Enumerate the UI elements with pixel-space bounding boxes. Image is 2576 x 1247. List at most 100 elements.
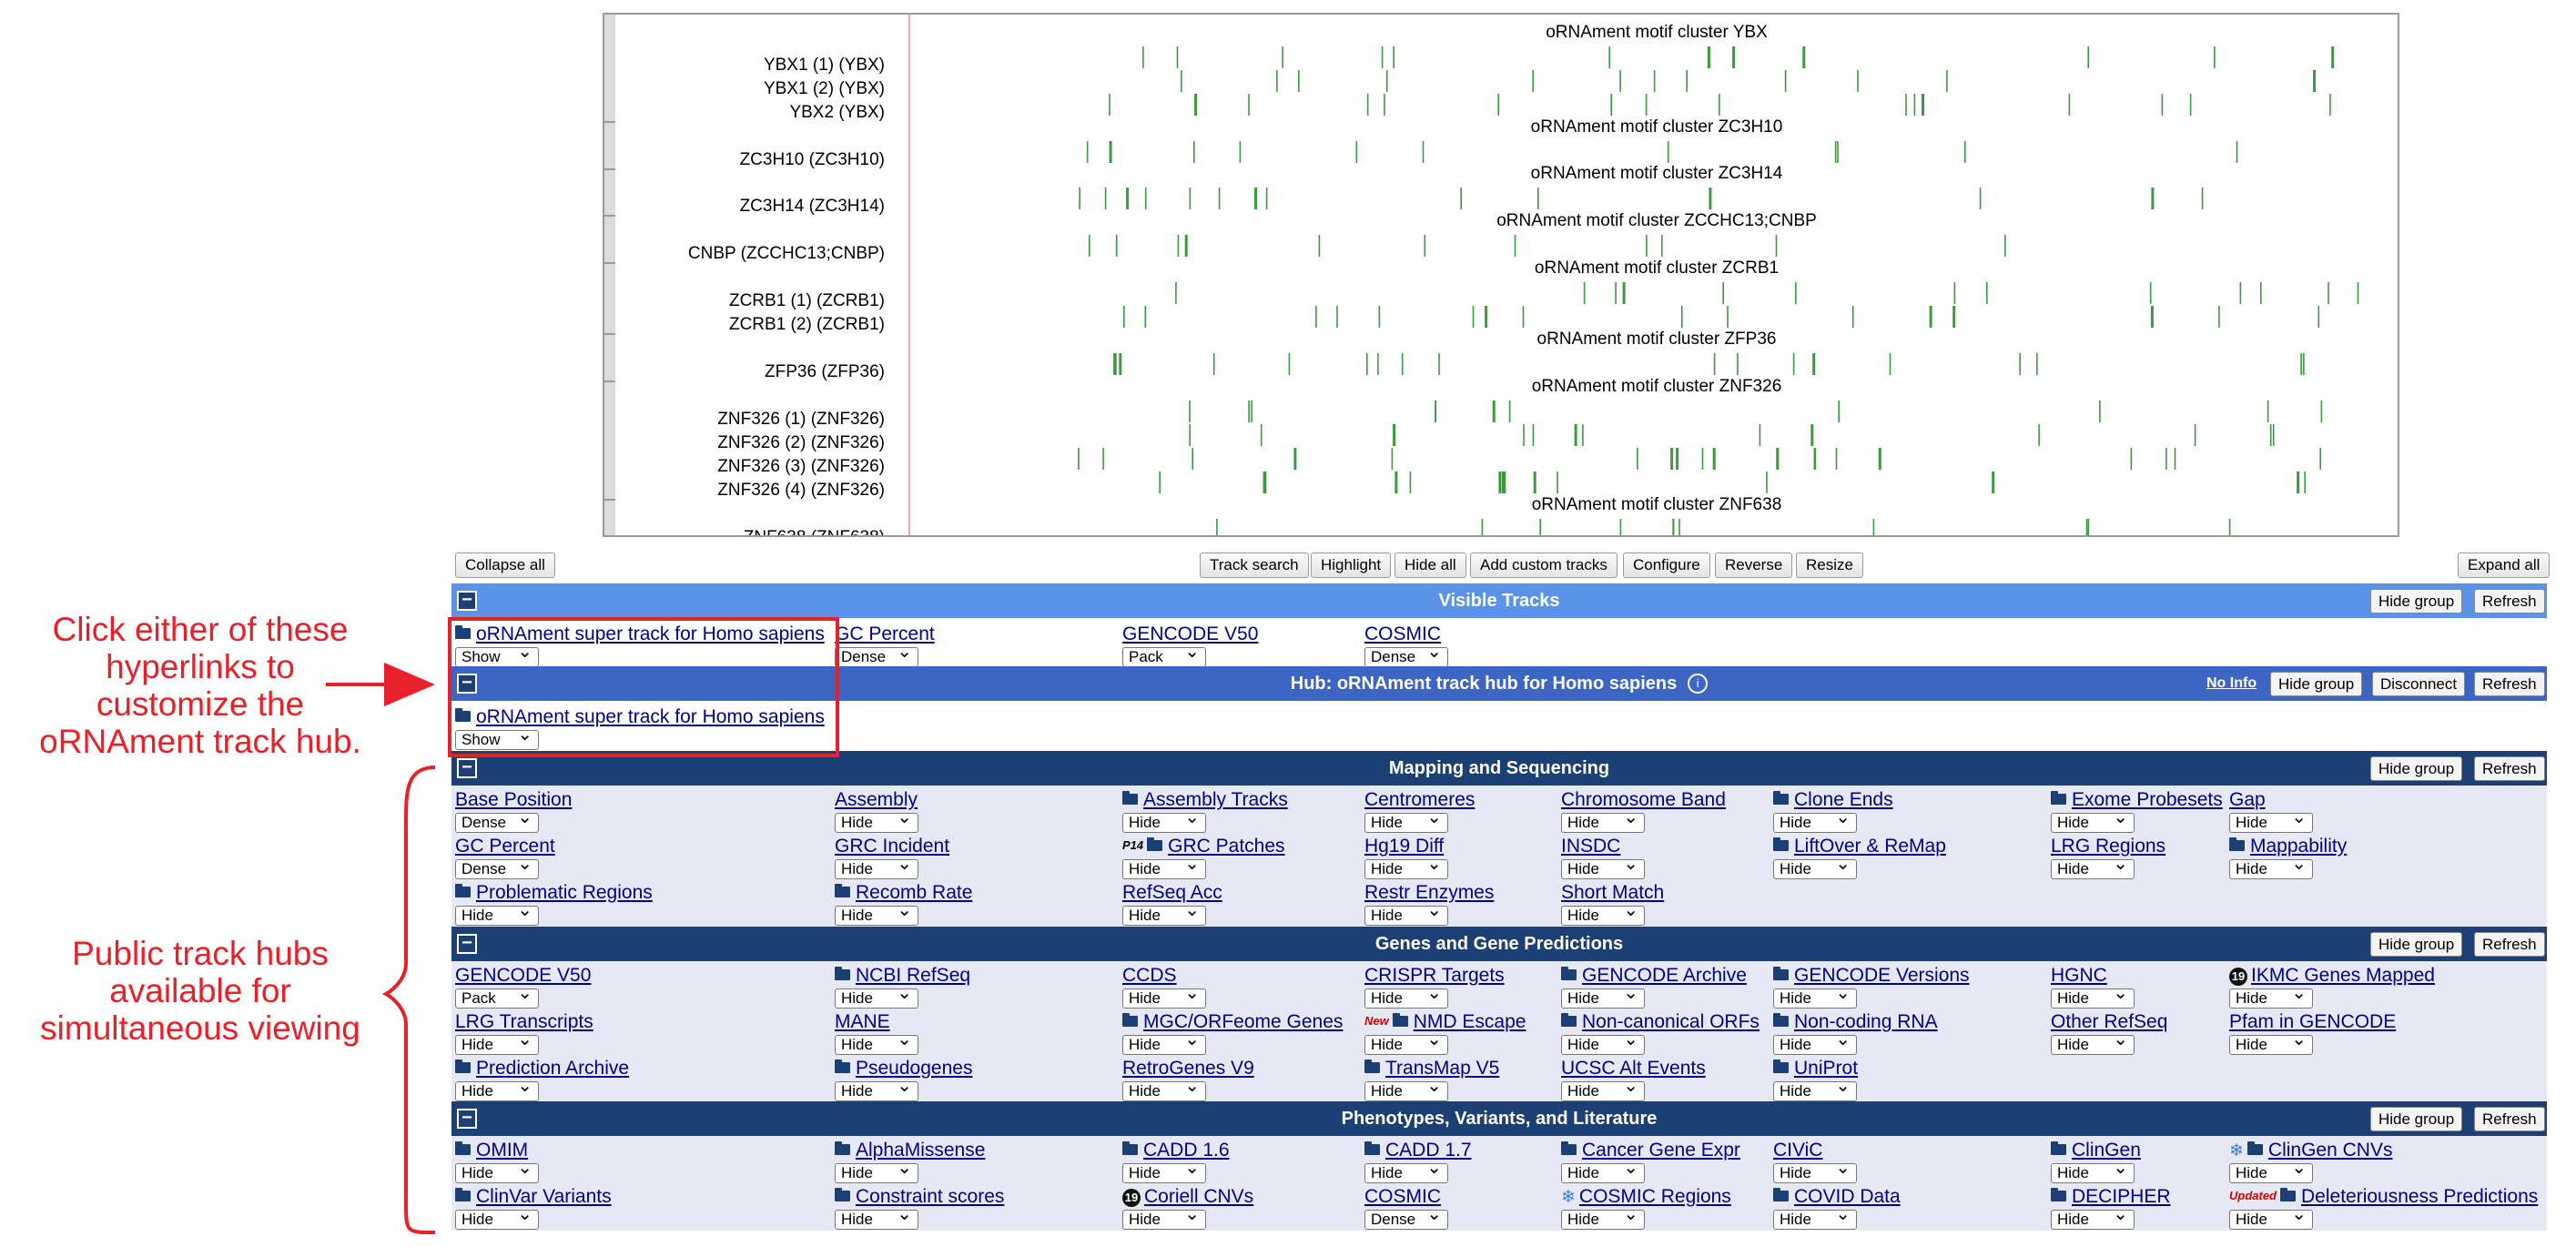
visibility-select[interactable]: Hide [1364, 1159, 1448, 1183]
visibility-select[interactable]: Hide [1122, 984, 1206, 1009]
track-link[interactable]: GENCODE Versions [1794, 965, 1970, 986]
visibility-select[interactable]: Hide [2051, 1205, 2135, 1230]
visibility-select[interactable]: Hide [1364, 1030, 1448, 1055]
track-link[interactable]: Recomb Rate [856, 882, 972, 903]
refresh-button[interactable]: Refresh [2474, 1107, 2545, 1131]
track-link[interactable]: Gap [2229, 789, 2266, 810]
visibility-select[interactable]: Hide [835, 901, 918, 926]
visibility-select[interactable]: Hide [1561, 901, 1645, 926]
visibility-select[interactable]: Hide [2051, 1159, 2135, 1183]
track-label[interactable]: ZNF326 (1) (ZNF326) [717, 410, 885, 430]
visibility-select[interactable]: Dense [1364, 643, 1448, 667]
resize-button[interactable]: Resize [1796, 553, 1863, 578]
visibility-select[interactable]: Hide [2051, 808, 2135, 833]
visibility-select[interactable]: Hide [1364, 984, 1448, 1009]
visibility-select[interactable]: Hide [455, 1077, 539, 1101]
visibility-select[interactable]: Hide [2229, 1205, 2313, 1230]
track-label[interactable]: YBX1 (1) (YBX) [764, 56, 885, 76]
refresh-button[interactable]: Refresh [2474, 756, 2545, 781]
visibility-select[interactable]: Hide [1364, 1077, 1448, 1101]
hide-all-button[interactable]: Hide all [1394, 553, 1466, 578]
visibility-select[interactable]: Hide [2229, 855, 2313, 879]
visibility-select[interactable]: Show [455, 725, 539, 750]
track-label[interactable]: ZNF326 (4) (ZNF326) [717, 481, 885, 501]
track-link[interactable]: ClinVar Variants [476, 1186, 612, 1207]
visibility-select[interactable]: Dense [455, 855, 539, 879]
track-link[interactable]: Non-canonical ORFs [1582, 1011, 1760, 1032]
info-icon[interactable]: i [1688, 674, 1709, 694]
no-info-link[interactable]: No Info [2206, 675, 2257, 692]
track-link[interactable]: MANE [835, 1011, 890, 1032]
visibility-select[interactable]: Hide [1122, 901, 1206, 926]
track-link[interactable]: INSDC [1561, 836, 1620, 857]
hide-group-button[interactable]: Hide group [2370, 932, 2463, 957]
track-link[interactable]: Assembly Tracks [1143, 789, 1288, 810]
visibility-select[interactable]: Hide [455, 1205, 539, 1230]
configure-button[interactable]: Configure [1623, 553, 1710, 578]
track-link[interactable]: Base Position [455, 789, 572, 810]
hide-group-button[interactable]: Hide group [2370, 1107, 2463, 1131]
track-link[interactable]: RefSeq Acc [1122, 882, 1222, 903]
visibility-select[interactable]: Pack [1122, 643, 1206, 667]
visibility-select[interactable]: Hide [1773, 1205, 1857, 1230]
track-label[interactable]: CNBP (ZCCHC13;CNBP) [688, 244, 885, 264]
track-link[interactable]: AlphaMissense [856, 1140, 985, 1161]
track-link[interactable]: Centromeres [1364, 789, 1475, 810]
track-label[interactable]: YBX1 (2) (YBX) [764, 79, 885, 99]
track-link[interactable]: Pfam in GENCODE [2229, 1011, 2396, 1032]
track-search-button[interactable]: Track search [1200, 553, 1309, 578]
track-link[interactable]: LiftOver & ReMap [1794, 836, 1946, 857]
visibility-select[interactable]: Hide [1561, 1159, 1645, 1183]
track-link[interactable]: NCBI RefSeq [856, 965, 970, 986]
track-link[interactable]: Chromosome Band [1561, 789, 1726, 810]
visibility-select[interactable]: Hide [1773, 1077, 1857, 1101]
visibility-select[interactable]: Hide [1773, 855, 1857, 879]
track-link[interactable]: Other RefSeq [2051, 1011, 2167, 1032]
visibility-select[interactable]: Hide [835, 1077, 918, 1101]
track-label[interactable]: ZFP36 (ZFP36) [765, 362, 885, 382]
visibility-select[interactable]: Hide [1561, 984, 1645, 1009]
track-label[interactable]: ZC3H14 (ZC3H14) [740, 197, 885, 217]
visibility-select[interactable]: Hide [2229, 984, 2313, 1009]
visibility-select[interactable]: Dense [1364, 1205, 1448, 1230]
track-label[interactable]: ZNF638 (ZNF638) [744, 528, 885, 535]
visibility-select[interactable]: Hide [1561, 855, 1645, 879]
visibility-select[interactable]: Dense [835, 643, 918, 667]
visibility-select[interactable]: Hide [1364, 808, 1448, 833]
track-label[interactable]: ZNF326 (2) (ZNF326) [717, 433, 885, 453]
visibility-select[interactable]: Hide [835, 1159, 918, 1183]
visibility-select[interactable]: Hide [1773, 984, 1857, 1009]
visibility-select[interactable]: Show [455, 643, 539, 667]
refresh-button[interactable]: Refresh [2474, 589, 2545, 613]
visibility-select[interactable]: Pack [455, 984, 539, 1009]
visibility-select[interactable]: Hide [1364, 901, 1448, 926]
track-link[interactable]: Non-coding RNA [1794, 1011, 1938, 1032]
visibility-select[interactable]: Hide [2051, 855, 2135, 879]
visibility-select[interactable]: Hide [455, 1030, 539, 1055]
visibility-select[interactable]: Hide [1561, 1205, 1645, 1230]
visibility-select[interactable]: Hide [1773, 808, 1857, 833]
track-link[interactable]: Exome Probesets [2072, 789, 2223, 810]
visibility-select[interactable]: Hide [835, 808, 918, 833]
track-link[interactable]: Constraint scores [856, 1186, 1004, 1207]
track-link[interactable]: MGC/ORFeome Genes [1143, 1011, 1343, 1032]
track-link[interactable]: Problematic Regions [476, 882, 653, 903]
visibility-select[interactable]: Hide [835, 1030, 918, 1055]
track-link[interactable]: HGNC [2051, 965, 2107, 986]
hide-group-button[interactable]: Hide group [2270, 672, 2363, 696]
visibility-select[interactable]: Hide [835, 984, 918, 1009]
visibility-select[interactable]: Hide [2229, 1159, 2313, 1183]
track-link[interactable]: TransMap V5 [1385, 1058, 1499, 1079]
track-link[interactable]: COSMIC Regions [1579, 1186, 1731, 1207]
track-link[interactable]: GRC Incident [835, 836, 949, 857]
visibility-select[interactable]: Hide [2051, 984, 2135, 1009]
visibility-select[interactable]: Hide [835, 855, 918, 879]
refresh-button[interactable]: Refresh [2474, 932, 2545, 957]
disconnect-button[interactable]: Disconnect [2372, 672, 2466, 696]
visibility-select[interactable]: Hide [1561, 1030, 1645, 1055]
visibility-select[interactable]: Hide [2229, 808, 2313, 833]
track-link[interactable]: Pseudogenes [856, 1058, 972, 1079]
collapse-all-button[interactable]: Collapse all [455, 553, 555, 578]
track-link[interactable]: ClinGen CNVs [2268, 1140, 2393, 1161]
track-link[interactable]: GC Percent [835, 624, 935, 644]
